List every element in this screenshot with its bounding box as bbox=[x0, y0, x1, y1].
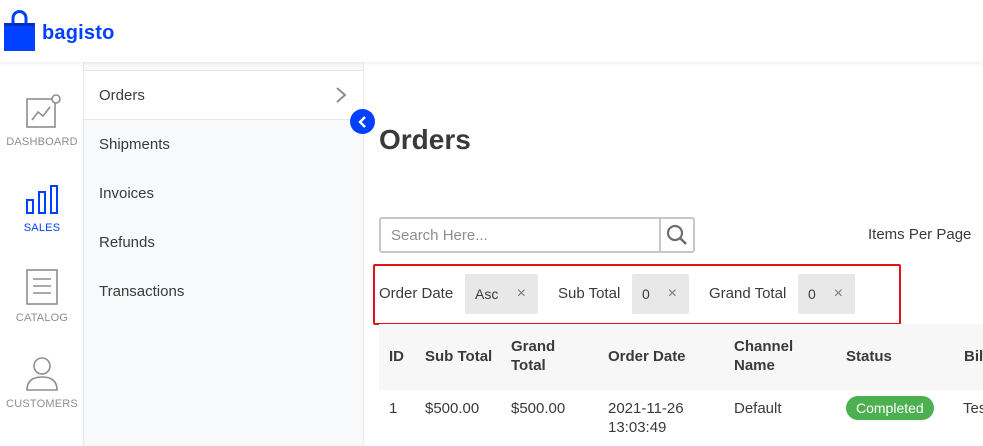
subnav-item-label: Orders bbox=[99, 87, 145, 104]
subnav-item-label: Shipments bbox=[99, 136, 170, 153]
filter-chip-value: Asc bbox=[475, 286, 499, 302]
chevron-right-icon bbox=[336, 87, 347, 103]
sales-chart-icon bbox=[26, 185, 58, 214]
search-icon bbox=[666, 224, 687, 245]
filter-chip-value: 0 bbox=[808, 286, 816, 302]
column-header-grand-total[interactable]: Grand Total bbox=[511, 337, 555, 375]
search-button[interactable] bbox=[659, 219, 693, 251]
remove-filter-icon[interactable]: × bbox=[517, 274, 526, 314]
logo-text[interactable]: bagisto bbox=[42, 22, 115, 45]
chevron-left-icon bbox=[357, 115, 366, 128]
column-header-text: Grand bbox=[511, 338, 556, 355]
filter-label: Order Date bbox=[379, 285, 454, 302]
rail-item-label: DASHBOARD bbox=[6, 136, 78, 148]
column-header-sub-total[interactable]: Sub Total bbox=[425, 347, 492, 366]
page-title: Orders bbox=[379, 124, 471, 155]
column-header-billed-to[interactable]: Bill bbox=[964, 347, 983, 366]
filter-label: Sub Total bbox=[558, 285, 621, 302]
catalog-icon bbox=[26, 269, 58, 305]
subnav-item-label: Refunds bbox=[99, 234, 155, 251]
column-header-channel-name[interactable]: Channel Name bbox=[734, 337, 793, 375]
sales-subnav: Orders Shipments Invoices Refunds Transa… bbox=[84, 62, 364, 446]
items-per-page-label: Items Per Page bbox=[868, 226, 972, 243]
rail-item-label: CUSTOMERS bbox=[6, 398, 78, 410]
cell-billed-to: Tes bbox=[963, 400, 983, 417]
cell-order-date-time: 13:03:49 bbox=[608, 419, 667, 436]
dashboard-icon bbox=[26, 94, 61, 128]
remove-filter-icon[interactable]: × bbox=[834, 274, 843, 314]
icon-sidebar: DASHBOARD SALES CATALOG CUSTOMERS bbox=[0, 62, 84, 446]
column-header-text: Channel bbox=[734, 338, 794, 355]
cell-grand-total: $500.00 bbox=[511, 400, 566, 417]
filter-chip-sub-total: 0 × bbox=[632, 274, 689, 314]
filter-label: Grand Total bbox=[709, 285, 787, 302]
remove-filter-icon[interactable]: × bbox=[668, 274, 677, 314]
subnav-item-orders[interactable]: Orders bbox=[84, 70, 363, 120]
cell-sub-total: $500.00 bbox=[425, 400, 480, 417]
subnav-item-refunds[interactable]: Refunds bbox=[84, 218, 363, 268]
subnav-item-shipments[interactable]: Shipments bbox=[84, 120, 363, 170]
subnav-item-transactions[interactable]: Transactions bbox=[84, 267, 363, 317]
rail-item-sales[interactable]: SALES bbox=[0, 184, 84, 234]
column-header-text: Total bbox=[511, 357, 546, 374]
filter-chip-order-date: Asc × bbox=[465, 274, 538, 314]
collapse-subnav-button[interactable] bbox=[350, 109, 375, 134]
search-box bbox=[379, 217, 695, 253]
filter-chip-value: 0 bbox=[642, 286, 650, 302]
cell-id: 1 bbox=[389, 400, 398, 417]
customers-icon bbox=[26, 357, 58, 391]
subnav-item-label: Invoices bbox=[99, 185, 155, 202]
logo[interactable] bbox=[4, 10, 35, 51]
filter-chip-grand-total: 0 × bbox=[798, 274, 855, 314]
column-header-status[interactable]: Status bbox=[846, 347, 892, 366]
subnav-item-invoices[interactable]: Invoices bbox=[84, 169, 363, 219]
column-header-id[interactable]: ID bbox=[389, 347, 404, 366]
cell-order-date-day: 2021-11-26 bbox=[608, 400, 684, 417]
rail-item-customers[interactable]: CUSTOMERS bbox=[0, 356, 84, 410]
top-bar: bagisto bbox=[0, 0, 983, 62]
cell-order-date: 2021-11-26 13:03:49 bbox=[608, 399, 684, 437]
rail-item-dashboard[interactable]: DASHBOARD bbox=[0, 94, 84, 148]
status-badge: Completed bbox=[846, 396, 934, 420]
subnav-item-label: Transactions bbox=[99, 283, 185, 300]
column-header-text: Name bbox=[734, 357, 775, 374]
column-header-order-date[interactable]: Order Date bbox=[608, 347, 686, 366]
shopping-bag-icon bbox=[4, 10, 35, 51]
cell-channel: Default bbox=[734, 400, 782, 417]
rail-item-catalog[interactable]: CATALOG bbox=[0, 268, 84, 324]
search-input[interactable] bbox=[381, 219, 659, 251]
rail-item-label: SALES bbox=[23, 222, 61, 234]
rail-item-label: CATALOG bbox=[15, 312, 69, 324]
